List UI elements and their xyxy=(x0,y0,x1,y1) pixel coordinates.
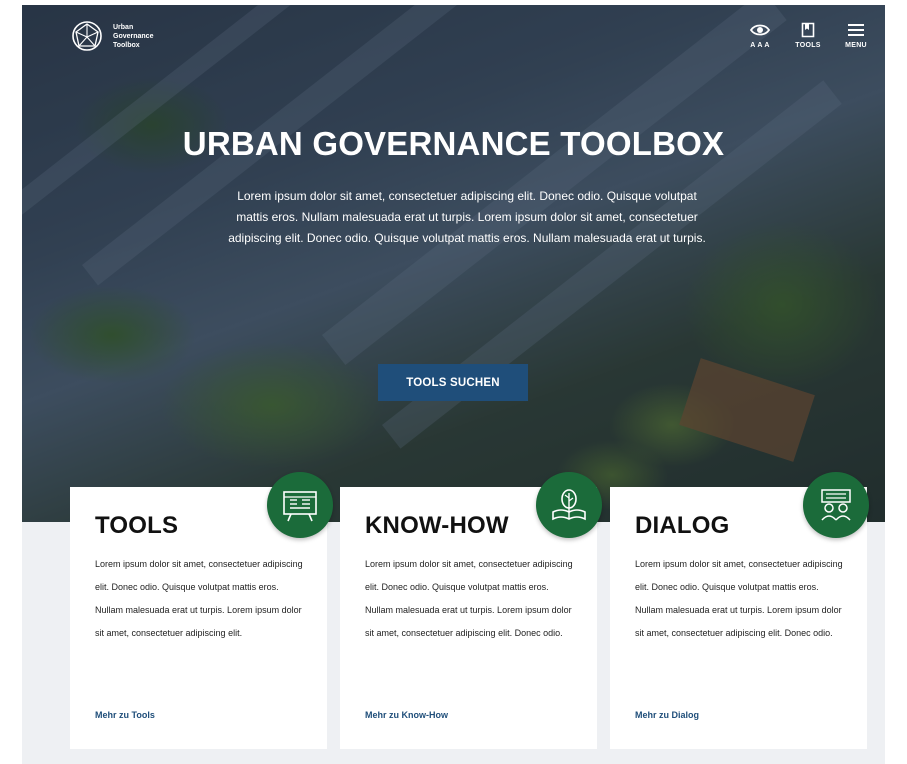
search-tools-button[interactable]: TOOLS SUCHEN xyxy=(378,364,528,401)
card-know-how: KNOW-HOW Lorem ipsum dolor sit amet, con… xyxy=(340,472,602,749)
logo-text: Urban Governance Toolbox xyxy=(113,23,153,50)
card-text: Lorem ipsum dolor sit amet, consectetuer… xyxy=(365,559,573,638)
hero-description: Lorem ipsum dolor sit amet, consectetuer… xyxy=(228,189,706,245)
logo-icon xyxy=(72,21,102,51)
card-title: KNOW-HOW xyxy=(365,512,509,539)
card-tools: TOOLS Lorem ipsum dolor sit amet, consec… xyxy=(70,472,333,749)
people-dialog-icon xyxy=(803,472,869,538)
more-know-how-link[interactable]: Mehr zu Know-How xyxy=(365,710,448,720)
accessibility-button[interactable]: A A A xyxy=(747,20,773,49)
tools-nav-label: TOOLS xyxy=(795,42,821,49)
card-dialog: DIALOG Lorem ipsum dolor sit amet, conse… xyxy=(610,472,869,749)
card-text: Lorem ipsum dolor sit amet, consectetuer… xyxy=(95,559,303,638)
card-title: TOOLS xyxy=(95,512,179,539)
menu-button[interactable]: MENU xyxy=(843,20,869,49)
site-logo[interactable]: Urban Governance Toolbox xyxy=(70,19,153,53)
accessibility-label: A A A xyxy=(750,42,770,49)
hero-overlay xyxy=(22,5,885,522)
menu-icon xyxy=(848,20,864,40)
eye-icon xyxy=(750,20,770,40)
logo-line-2: Governance xyxy=(113,32,154,40)
card-title: DIALOG xyxy=(635,512,730,539)
top-navigation: A A A TOOLS MENU xyxy=(747,20,869,49)
logo-line-3: Toolbox xyxy=(113,41,140,49)
page: Urban Governance Toolbox A A A TOOLS MEN… xyxy=(22,5,885,764)
hero-title: URBAN GOVERNANCE TOOLBOX xyxy=(182,125,725,162)
more-dialog-link[interactable]: Mehr zu Dialog xyxy=(635,710,699,720)
logo-line-1: Urban xyxy=(113,23,134,31)
tools-nav-button[interactable]: TOOLS xyxy=(795,20,821,49)
bookmark-icon xyxy=(801,20,815,40)
menu-label: MENU xyxy=(845,42,867,49)
tools-board-icon xyxy=(267,472,333,538)
book-tree-icon xyxy=(536,472,602,538)
more-tools-link[interactable]: Mehr zu Tools xyxy=(95,710,155,720)
hero-section: Urban Governance Toolbox A A A TOOLS MEN… xyxy=(22,5,885,522)
card-text: Lorem ipsum dolor sit amet, consectetuer… xyxy=(635,559,843,638)
